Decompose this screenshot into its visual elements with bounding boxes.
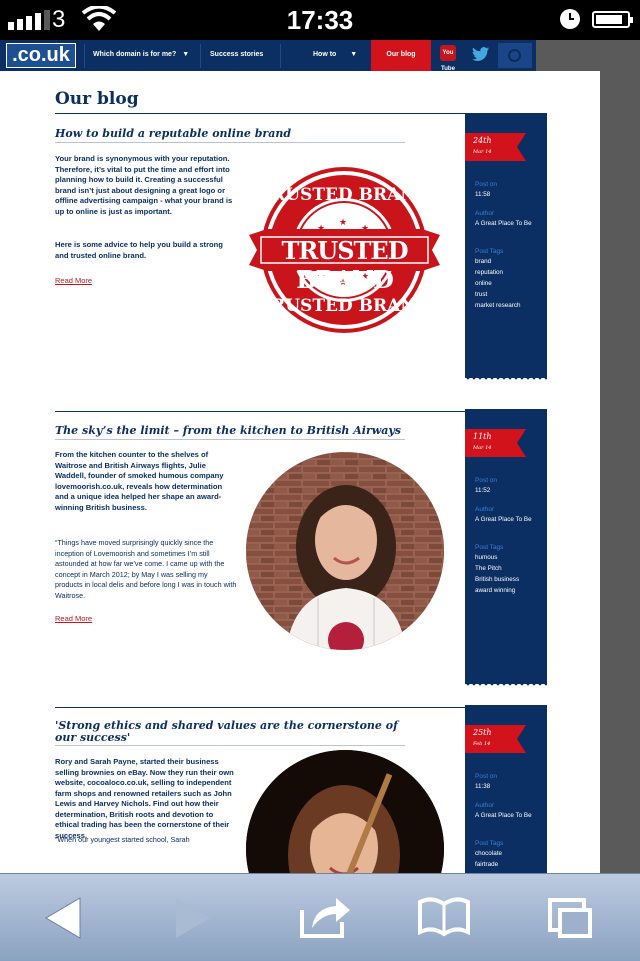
site-navigation: .co.uk Which domain is for me? ▼ Success… <box>0 40 536 72</box>
post-excerpt: From the kitchen counter to the shelves … <box>55 450 224 512</box>
sidebar-zigzag-edge <box>465 377 547 382</box>
tabs-icon[interactable] <box>532 874 612 961</box>
blog-post: The sky’s the limit – from the kitchen t… <box>55 409 547 689</box>
post-title[interactable]: How to build a reputable online brand <box>55 128 415 140</box>
post-title[interactable]: The sky’s the limit – from the kitchen t… <box>55 425 415 437</box>
post-meta-sidebar: 25th Feb 14 Post on 11:38 Author A Great… <box>465 705 547 873</box>
stamp-text-bottom: TRUSTED BRAND <box>258 296 431 316</box>
post-title[interactable]: 'Strong ethics and shared values are the… <box>55 720 415 744</box>
post-on-value: 11:38 <box>475 783 491 790</box>
author-value[interactable]: A Great Place To Be <box>475 220 545 228</box>
youtube-icon[interactable]: You Tube <box>440 45 456 72</box>
tag-link[interactable]: market research <box>475 302 545 310</box>
nav-our-blog[interactable]: Our blog <box>371 40 431 71</box>
blog-post: 'Strong ethics and shared values are the… <box>55 705 547 873</box>
post-divider <box>55 411 465 412</box>
post-on-label: Post on <box>475 477 498 484</box>
read-more-link[interactable]: Read More <box>55 276 92 285</box>
tag-link[interactable]: chocolate <box>475 850 545 858</box>
tag-link[interactable]: reputation <box>475 269 545 277</box>
battery-icon <box>592 11 633 28</box>
web-viewport[interactable]: .co.uk Which domain is for me? ▼ Success… <box>0 40 640 873</box>
post-date-month: Mar 14 <box>473 445 492 451</box>
tags-label: Post Tags <box>475 840 504 847</box>
blog-post: How to build a reputable online brand Yo… <box>55 113 547 383</box>
nav-which-domain[interactable]: Which domain is for me? ▼ <box>93 40 189 71</box>
tag-link[interactable]: humous <box>475 554 545 562</box>
stamp-text-center: TRUSTED BRAND <box>281 236 408 294</box>
post-title-underline <box>55 142 405 143</box>
tag-link[interactable]: British business <box>475 576 545 584</box>
author-label: Author <box>475 802 495 809</box>
trusted-brand-stamp-image: ★★★ ★★★ TRUSTED BRAND TRUSTED BRAND TRUS… <box>247 163 442 338</box>
alarm-clock-icon <box>560 9 580 29</box>
post-date-month: Mar 14 <box>473 149 492 155</box>
forward-icon[interactable] <box>152 874 232 961</box>
bookmarks-icon[interactable] <box>404 874 484 961</box>
post-date-day: 24th <box>473 136 492 145</box>
tag-link[interactable]: online <box>475 280 545 288</box>
tags-label: Post Tags <box>475 544 504 551</box>
sidebar-zigzag-edge <box>465 683 547 688</box>
blog-content: Our blog How to build a reputable online… <box>0 71 600 873</box>
chevron-down-icon: ▼ <box>182 51 190 58</box>
author-label: Author <box>475 210 495 217</box>
site-logo[interactable]: .co.uk <box>6 43 76 68</box>
tag-link[interactable]: trust <box>475 291 545 299</box>
tag-link[interactable]: award winning <box>475 587 545 595</box>
post-on-label: Post on <box>475 181 498 188</box>
author-value[interactable]: A Great Place To Be <box>475 812 545 820</box>
post-excerpt: Rory and Sarah Payne, started their busi… <box>55 757 234 840</box>
post-title-underline <box>55 745 405 746</box>
stamp-text-top: TRUSTED BRAND <box>258 185 431 205</box>
author-value[interactable]: A Great Place To Be <box>475 516 545 524</box>
post-excerpt-2: “When our youngest started school, Sarah <box>55 835 190 844</box>
date-ribbon: 25th Feb 14 <box>465 725 526 753</box>
tag-link[interactable]: fairtrade <box>475 861 545 869</box>
date-ribbon: 11th Mar 14 <box>465 429 526 457</box>
status-bar: 3 17:33 <box>0 0 640 40</box>
post-excerpt-2: “Things have moved surprisingly quickly … <box>55 538 237 600</box>
back-icon[interactable] <box>24 874 104 961</box>
post-meta-sidebar: 24th Mar 14 Post on 11:58 Author A Great… <box>465 113 547 382</box>
nav-how-to-label: How to <box>313 51 337 58</box>
nav-success-stories[interactable]: Success stories <box>210 40 263 71</box>
tag-link[interactable]: brand <box>475 258 545 266</box>
post-on-label: Post on <box>475 773 498 780</box>
read-more-link[interactable]: Read More <box>55 614 92 623</box>
post-date-month: Feb 14 <box>473 741 491 747</box>
founder-portrait-image <box>246 452 444 650</box>
post-date-day: 11th <box>473 432 492 441</box>
date-ribbon: 24th Mar 14 <box>465 133 526 161</box>
post-meta-sidebar: 11th Mar 14 Post on 11:52 Author A Great… <box>465 409 547 688</box>
twitter-icon[interactable] <box>472 46 490 62</box>
tag-link[interactable]: The Pitch <box>475 565 545 573</box>
post-on-value: 11:58 <box>475 191 491 198</box>
browser-toolbar <box>0 873 640 961</box>
search-icon[interactable] <box>498 43 532 68</box>
post-excerpt-2: Here is some advice to help you build a … <box>55 240 223 260</box>
author-label: Author <box>475 506 495 513</box>
nav-how-to[interactable]: How to ▼ <box>313 40 357 71</box>
post-divider <box>55 707 465 708</box>
tags-label: Post Tags <box>475 248 504 255</box>
page-title: Our blog <box>55 89 139 109</box>
chevron-down-icon: ▼ <box>350 51 358 58</box>
share-icon[interactable] <box>284 874 364 961</box>
post-on-value: 11:52 <box>475 487 491 494</box>
nav-which-domain-label: Which domain is for me? <box>93 51 177 58</box>
post-title-underline <box>55 439 405 440</box>
post-excerpt: Your brand is synonymous with your reput… <box>55 154 233 216</box>
post-date-day: 25th <box>473 728 492 737</box>
founder-portrait-image <box>246 750 444 873</box>
clock-time: 17:33 <box>286 5 354 35</box>
svg-text:★: ★ <box>339 218 347 228</box>
